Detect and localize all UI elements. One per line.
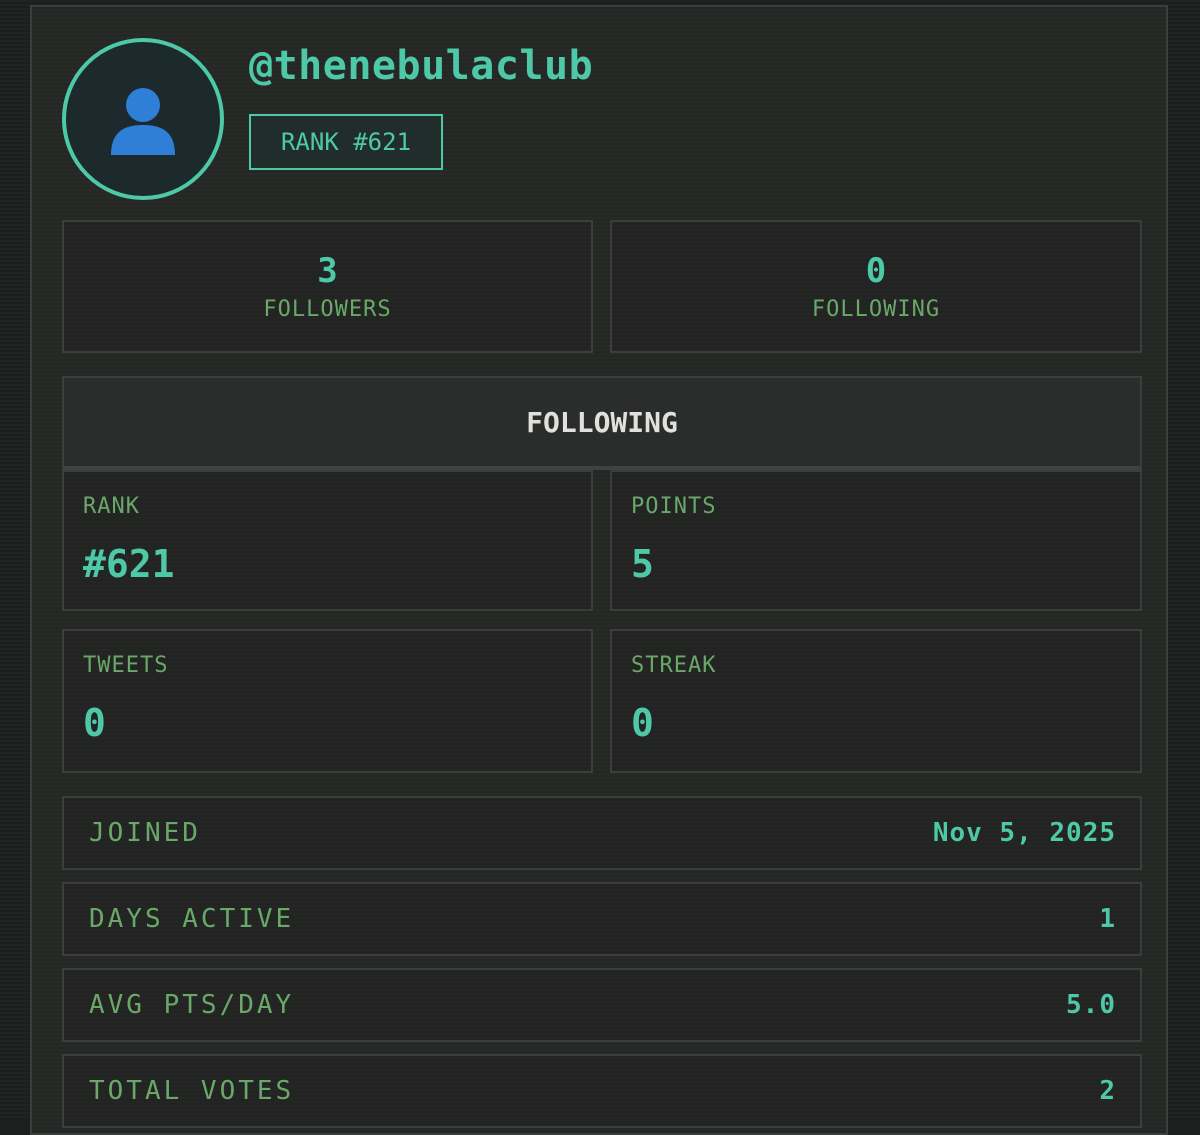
joined-value: Nov 5, 2025 <box>932 818 1116 848</box>
total-votes-label: TOTAL VOTES <box>89 1076 295 1106</box>
followers-label: FOLLOWERS <box>263 297 392 322</box>
streak-stat-card: STREAK 0 <box>610 629 1142 773</box>
following-count: 0 <box>865 251 887 291</box>
points-label: POINTS <box>631 494 717 519</box>
avatar <box>62 38 224 200</box>
rank-label: RANK <box>83 494 140 519</box>
total-votes-row: TOTAL VOTES 2 <box>62 1054 1142 1128</box>
rank-badge: RANK #621 <box>249 114 443 170</box>
streak-label: STREAK <box>631 653 717 678</box>
tweets-label: TWEETS <box>83 653 169 678</box>
rank-value: #621 <box>83 542 175 586</box>
points-value: 5 <box>631 542 654 586</box>
following-label: FOLLOWING <box>811 297 941 322</box>
rank-stat-card: RANK #621 <box>62 470 593 611</box>
tweets-value: 0 <box>83 701 106 745</box>
points-stat-card: POINTS 5 <box>610 470 1142 611</box>
tweets-stat-card: TWEETS 0 <box>62 629 593 773</box>
total-votes-value: 2 <box>1099 1076 1116 1106</box>
username: @thenebulaclub <box>249 43 594 89</box>
avg-pts-label: AVG PTS/DAY <box>89 990 295 1020</box>
joined-label: JOINED <box>89 818 201 848</box>
avg-pts-value: 5.0 <box>1066 990 1116 1020</box>
profile-panel: @thenebulaclub RANK #621 3 FOLLOWERS 0 F… <box>30 5 1168 1135</box>
avg-pts-row: AVG PTS/DAY 5.0 <box>62 968 1142 1042</box>
followers-count: 3 <box>317 251 338 291</box>
following-stat[interactable]: 0 FOLLOWING <box>610 220 1142 353</box>
streak-value: 0 <box>631 701 654 745</box>
user-silhouette-icon <box>111 88 175 155</box>
joined-row: JOINED Nov 5, 2025 <box>62 796 1142 870</box>
days-active-value: 1 <box>1099 904 1116 934</box>
days-active-label: DAYS ACTIVE <box>89 904 295 934</box>
days-active-row: DAYS ACTIVE 1 <box>62 882 1142 956</box>
following-section-header[interactable]: FOLLOWING <box>62 376 1142 470</box>
followers-stat[interactable]: 3 FOLLOWERS <box>62 220 593 353</box>
